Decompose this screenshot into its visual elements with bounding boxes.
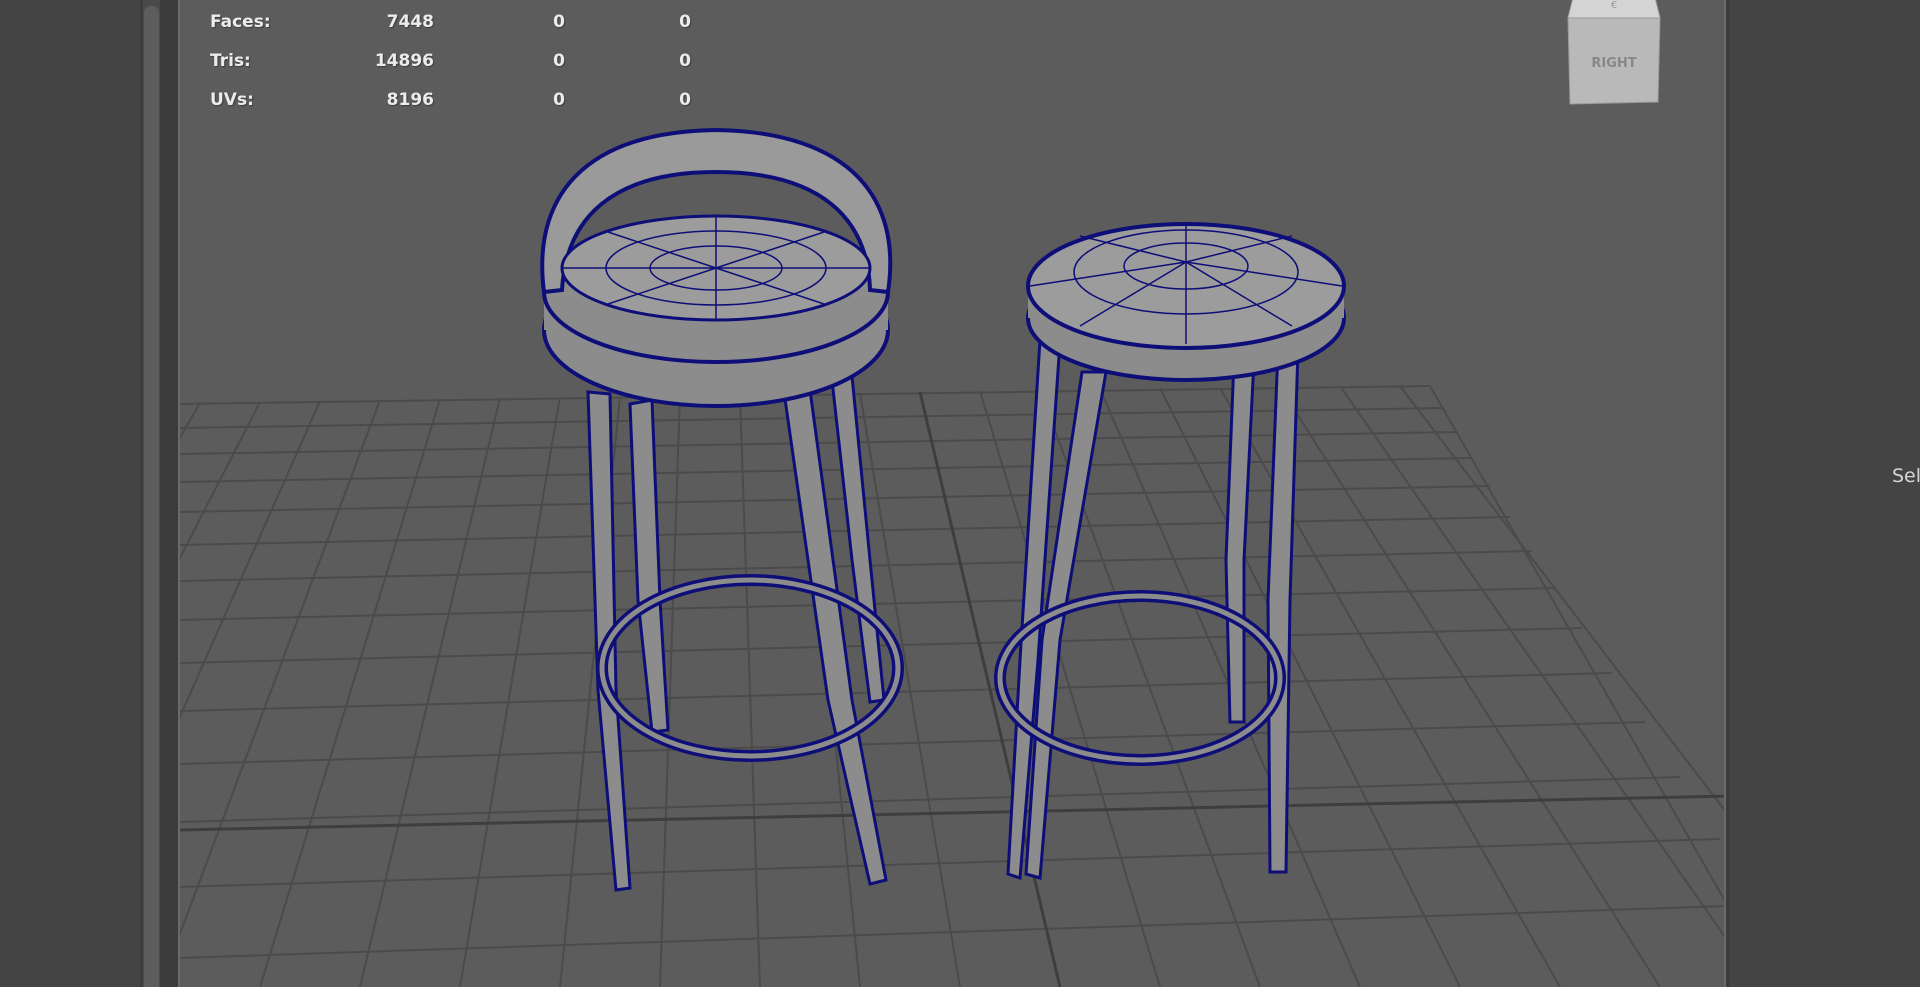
- viewport-scene: [180, 127, 1724, 987]
- left-toolbar-panel: [0, 0, 140, 987]
- ground-grid: [180, 385, 1724, 987]
- hud-value: 0: [679, 51, 691, 71]
- 3d-viewport[interactable]: Faces: 7448 0 0 Tris: 14896 0 0 UVs: 819…: [178, 0, 1726, 987]
- maya-app-window: Faces: 7448 0 0 Tris: 14896 0 0 UVs: 819…: [0, 0, 1920, 987]
- bar-stool-backrest-mesh[interactable]: [540, 127, 904, 892]
- right-side-panel: [1730, 0, 1920, 987]
- viewcube-face-label: RIGHT: [1591, 56, 1636, 71]
- right-panel-label: Sel: [1892, 465, 1920, 487]
- bar-stool-round-mesh[interactable]: [994, 222, 1346, 881]
- hud-value: 0: [679, 90, 691, 110]
- viewcube-top-arrow: €: [1611, 0, 1617, 11]
- hud-row-uvs: UVs: 8196 0 0: [210, 90, 730, 129]
- left-scrollbar-thumb[interactable]: [144, 6, 159, 987]
- hud-value: 0: [679, 12, 691, 32]
- poly-count-hud: Faces: 7448 0 0 Tris: 14896 0 0 UVs: 819…: [210, 12, 730, 129]
- viewcube-icon[interactable]: € RIGHT: [1566, 0, 1662, 106]
- hud-row-faces: Faces: 7448 0 0: [210, 12, 730, 51]
- hud-row-tris: Tris: 14896 0 0: [210, 51, 730, 90]
